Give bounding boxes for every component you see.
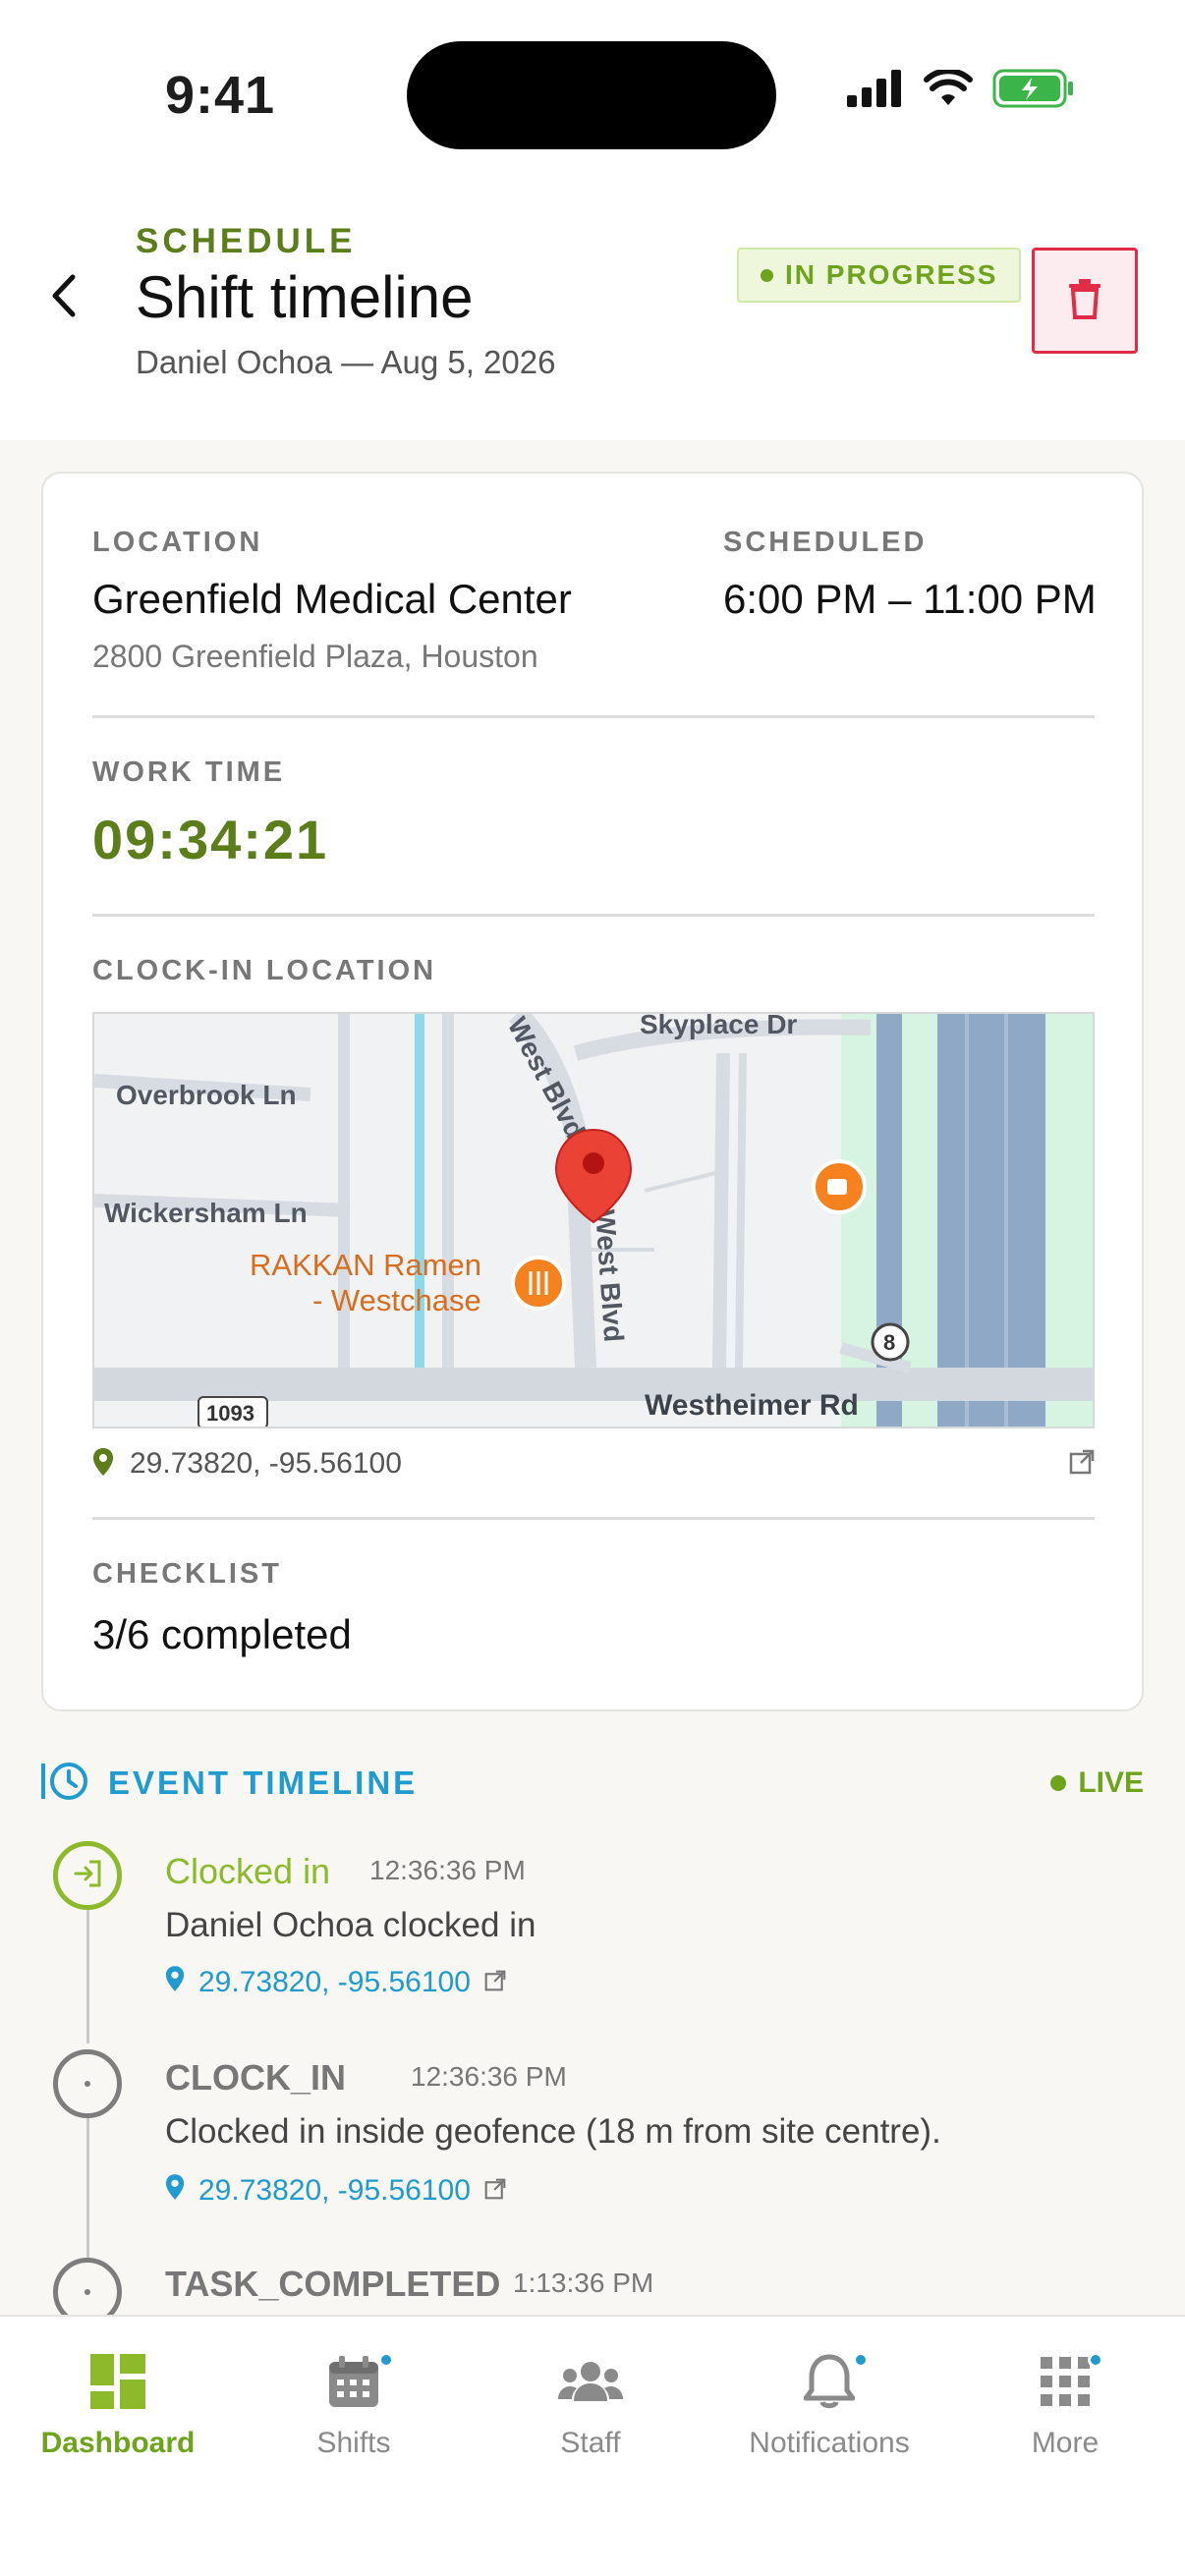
event-description: Daniel Ochoa clocked in bbox=[165, 1906, 536, 1944]
tab-label: Staff bbox=[560, 2427, 621, 2459]
event-title: CLOCK_IN bbox=[165, 2057, 347, 2098]
event-location-link[interactable]: 29.73820, -95.56100 bbox=[165, 1965, 506, 2000]
street-label-overbrook: Overbrook Ln bbox=[116, 1080, 297, 1110]
status-badge: IN PROGRESS bbox=[737, 248, 1022, 303]
event-location: 29.73820, -95.56100 bbox=[198, 1966, 471, 1998]
tab-notifications[interactable]: Notifications bbox=[711, 2342, 947, 2460]
dashboard-icon bbox=[90, 2342, 145, 2421]
poi-label-line2: - Westchase bbox=[312, 1283, 481, 1317]
street-label-skyplace: Skyplace Dr bbox=[640, 1014, 797, 1039]
tab-shifts[interactable]: Shifts bbox=[236, 2342, 472, 2460]
open-external-icon[interactable] bbox=[1069, 1449, 1095, 1480]
clockin-coords: 29.73820, -95.56100 bbox=[130, 1447, 402, 1480]
event-description: Clocked in inside geofence (18 m from si… bbox=[165, 2112, 941, 2151]
event-location: 29.73820, -95.56100 bbox=[198, 2174, 471, 2207]
timeline-connector bbox=[86, 1910, 89, 2044]
work-time-label: WORK TIME bbox=[92, 756, 286, 788]
event-time: 12:36:36 PM bbox=[369, 1855, 526, 1885]
event-location-link[interactable]: 29.73820, -95.56100 bbox=[165, 2173, 506, 2209]
notification-badge bbox=[378, 2352, 394, 2368]
history-icon bbox=[41, 1760, 90, 1808]
clockin-map[interactable]: Skyplace Dr Overbrook Ln Wickersham Ln W… bbox=[92, 1012, 1095, 1428]
checklist-label: CHECKLIST bbox=[92, 1558, 282, 1590]
dynamic-island bbox=[407, 41, 776, 149]
divider bbox=[92, 715, 1095, 718]
tab-label: Dashboard bbox=[40, 2427, 196, 2459]
location-pin-icon bbox=[165, 2173, 185, 2209]
wifi-icon bbox=[924, 68, 973, 112]
route-8-label: 8 bbox=[883, 1330, 895, 1355]
location-pin-icon bbox=[92, 1447, 114, 1482]
location-pin-icon bbox=[165, 1965, 185, 2000]
location-name: Greenfield Medical Center bbox=[92, 576, 572, 622]
login-icon bbox=[72, 1858, 103, 1894]
street-label-wickersham: Wickersham Ln bbox=[104, 1198, 308, 1228]
page-subtitle: Daniel Ochoa — Aug 5, 2026 bbox=[136, 344, 556, 380]
tab-more[interactable]: More bbox=[947, 2342, 1183, 2460]
signal-icon bbox=[847, 70, 904, 112]
open-external-icon bbox=[484, 2174, 506, 2208]
status-bar: 9:41 bbox=[0, 0, 1185, 187]
location-label: LOCATION bbox=[92, 527, 263, 558]
clockin-coords-row[interactable]: 29.73820, -95.56100 bbox=[92, 1442, 1095, 1485]
scheduled-value: 6:00 PM – 11:00 PM bbox=[723, 576, 1097, 622]
timeline-node bbox=[53, 1841, 122, 1910]
event-time: 1:13:36 PM bbox=[513, 2268, 654, 2298]
live-indicator: LIVE bbox=[1050, 1766, 1144, 1800]
page-title: Shift timeline bbox=[136, 264, 474, 330]
route-1093-label: 1093 bbox=[206, 1401, 254, 1426]
divider bbox=[92, 914, 1095, 917]
scheduled-label: SCHEDULED bbox=[723, 527, 928, 558]
status-dot-icon bbox=[761, 268, 773, 282]
open-external-icon bbox=[484, 1966, 506, 1999]
bell-icon bbox=[804, 2342, 869, 2421]
header: SCHEDULE Shift timeline Daniel Ochoa — A… bbox=[0, 187, 1185, 440]
work-time-value: 09:34:21 bbox=[92, 809, 329, 870]
calendar-icon bbox=[327, 2342, 394, 2421]
timeline-node bbox=[53, 2049, 122, 2118]
tab-label: Notifications bbox=[749, 2427, 910, 2459]
status-badge-label: IN PROGRESS bbox=[785, 259, 998, 290]
back-button[interactable] bbox=[39, 273, 88, 322]
page-eyebrow: SCHEDULE bbox=[136, 222, 357, 260]
clockin-location-label: CLOCK-IN LOCATION bbox=[92, 955, 437, 986]
trash-icon bbox=[1068, 278, 1101, 324]
live-label: LIVE bbox=[1078, 1766, 1144, 1799]
event-title: TASK_COMPLETED bbox=[165, 2264, 501, 2304]
tab-staff[interactable]: Staff bbox=[473, 2342, 708, 2460]
status-time: 9:41 bbox=[165, 66, 276, 125]
dot-icon bbox=[85, 2289, 90, 2295]
timeline-connector bbox=[86, 2118, 89, 2266]
notification-badge bbox=[1088, 2352, 1103, 2368]
tab-dashboard[interactable]: Dashboard bbox=[0, 2342, 236, 2460]
location-address: 2800 Greenfield Plaza, Houston bbox=[92, 639, 538, 674]
tab-label: More bbox=[1031, 2427, 1100, 2459]
street-label-westheimer: Westheimer Rd bbox=[645, 1389, 859, 1422]
tab-label: Shifts bbox=[316, 2427, 391, 2459]
bottom-tab-bar: Dashboard Shifts Staff Notifications Mor… bbox=[0, 2315, 1185, 2576]
shift-details-card: LOCATION Greenfield Medical Center 2800 … bbox=[41, 472, 1144, 1711]
grid-icon bbox=[1041, 2342, 1103, 2421]
event-title: Clocked in bbox=[165, 1851, 331, 1891]
checklist-value: 3/6 completed bbox=[92, 1611, 352, 1657]
timeline-header: EVENT TIMELINE LIVE bbox=[41, 1759, 1144, 1808]
timeline-title: EVENT TIMELINE bbox=[108, 1764, 419, 1801]
status-icons bbox=[847, 68, 1075, 113]
live-dot-icon bbox=[1050, 1775, 1067, 1791]
battery-icon bbox=[992, 69, 1075, 113]
dot-icon bbox=[85, 2081, 90, 2087]
delete-button[interactable] bbox=[1032, 248, 1138, 354]
divider bbox=[92, 1517, 1095, 1520]
poi-label-line1: RAKKAN Ramen bbox=[250, 1248, 481, 1282]
notification-badge bbox=[853, 2352, 869, 2368]
staff-icon bbox=[558, 2342, 623, 2421]
chevron-left-icon bbox=[49, 273, 79, 323]
event-time: 12:36:36 PM bbox=[411, 2061, 567, 2092]
